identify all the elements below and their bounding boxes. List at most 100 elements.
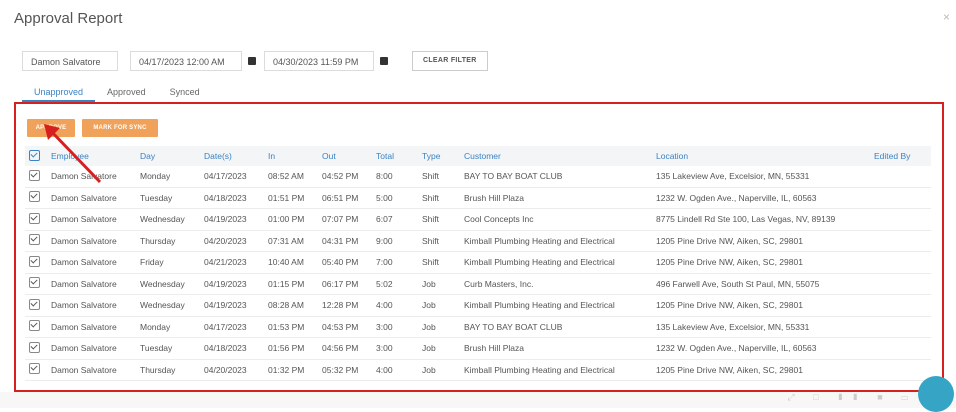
cell-day: Tuesday <box>136 337 200 360</box>
cell-day: Wednesday <box>136 208 200 231</box>
cell-date-s: 04/17/2023 <box>200 316 264 338</box>
cell-in: 07:31 AM <box>264 230 318 252</box>
cell-customer: Brush Hill Plaza <box>460 187 652 209</box>
select-all-checkbox[interactable] <box>29 149 40 161</box>
cell-total: 4:00 <box>372 294 418 317</box>
row-checkbox[interactable] <box>29 341 40 353</box>
row-checkbox[interactable] <box>29 255 40 267</box>
table-row[interactable]: Damon Salvatore Tuesday 04/18/2023 01:51 PM… <box>25 187 931 209</box>
modal-title: Approval Report <box>14 10 123 27</box>
cell-location: 1232 W. Ogden Ave., Naperville, IL, 6056… <box>652 337 870 360</box>
table-row[interactable]: Damon Salvatore Thursday 04/20/2023 07:31 A… <box>25 230 931 252</box>
row-checkbox[interactable] <box>29 169 40 181</box>
cell-date-s: 04/18/2023 <box>200 337 264 360</box>
clear-filter-button[interactable]: CLEAR FILTER <box>412 51 488 71</box>
table-row[interactable]: Damon Salvatore Thursday 04/20/2023 01:32 P… <box>25 359 931 381</box>
cell-date-s: 04/19/2023 <box>200 208 264 231</box>
calendar-icon[interactable] <box>380 57 388 65</box>
cell-out: 04:53 PM <box>318 316 372 338</box>
cell-edited-by <box>870 273 931 295</box>
row-checkbox[interactable] <box>29 191 40 203</box>
cell-out: 04:31 PM <box>318 230 372 252</box>
cell-out: 12:28 PM <box>318 294 372 317</box>
cell-customer: Cool Concepts Inc <box>460 208 652 231</box>
start-date-field[interactable]: 04/17/2023 12:00 AM <box>130 51 242 71</box>
cell-location: 8775 Lindell Rd Ste 100, Las Vegas, NV, … <box>652 208 870 231</box>
cell-total: 3:00 <box>372 337 418 360</box>
tab-unapproved[interactable]: Unapproved <box>22 82 96 102</box>
approval-table: Employee Day Date(s) In Out Total Type C… <box>25 146 931 381</box>
cell-location: 1205 Pine Drive NW, Aiken, SC, 29801 <box>652 294 870 317</box>
col-edited-by[interactable]: Edited By <box>870 146 931 166</box>
end-date-field[interactable]: 04/30/2023 11:59 PM <box>264 51 374 71</box>
cell-type: Job <box>418 337 460 360</box>
cell-employee: Damon Salvatore <box>47 208 136 231</box>
cell-date-s: 04/19/2023 <box>200 273 264 295</box>
cell-type: Job <box>418 359 460 381</box>
cell-type: Shift <box>418 166 460 188</box>
cell-out: 07:07 PM <box>318 208 372 231</box>
cell-type: Shift <box>418 230 460 252</box>
close-icon[interactable]: × <box>943 10 950 24</box>
cell-out: 05:32 PM <box>318 359 372 381</box>
cell-in: 01:56 PM <box>264 337 318 360</box>
cell-employee: Damon Salvatore <box>47 359 136 381</box>
cell-employee: Damon Salvatore <box>47 316 136 338</box>
col-location[interactable]: Location <box>652 146 870 166</box>
row-checkbox[interactable] <box>29 298 40 310</box>
cell-total: 5:02 <box>372 273 418 295</box>
cell-edited-by <box>870 316 931 338</box>
cell-customer: BAY TO BAY BOAT CLUB <box>460 316 652 338</box>
cell-customer: Curb Masters, Inc. <box>460 273 652 295</box>
row-checkbox[interactable] <box>29 320 40 332</box>
cell-type: Job <box>418 294 460 317</box>
cell-customer: Kimball Plumbing Heating and Electrical <box>460 251 652 274</box>
cell-date-s: 04/21/2023 <box>200 251 264 274</box>
table-row[interactable]: Damon Salvatore Friday 04/21/2023 10:40 AM 0… <box>25 251 931 274</box>
cell-customer: Kimball Plumbing Heating and Electrical <box>460 230 652 252</box>
cell-edited-by <box>870 337 931 360</box>
table-row[interactable]: Damon Salvatore Monday 04/17/2023 01:53 PM 0… <box>25 316 931 338</box>
cell-edited-by <box>870 359 931 381</box>
cell-in: 01:53 PM <box>264 316 318 338</box>
cell-edited-by <box>870 166 931 188</box>
col-total[interactable]: Total <box>372 146 418 166</box>
row-checkbox[interactable] <box>29 234 40 246</box>
cell-total: 4:00 <box>372 359 418 381</box>
cell-type: Job <box>418 273 460 295</box>
cell-customer: Kimball Plumbing Heating and Electrical <box>460 359 652 381</box>
cell-total: 3:00 <box>372 316 418 338</box>
cell-date-s: 04/18/2023 <box>200 187 264 209</box>
cell-day: Friday <box>136 251 200 274</box>
cell-date-s: 04/17/2023 <box>200 166 264 188</box>
cell-location: 496 Farwell Ave, South St Paul, MN, 5507… <box>652 273 870 295</box>
tab-approved[interactable]: Approved <box>95 82 158 102</box>
tab-synced[interactable]: Synced <box>158 82 212 102</box>
table-row[interactable]: Damon Salvatore Wednesday 04/19/2023 01:15 … <box>25 273 931 295</box>
row-checkbox[interactable] <box>29 277 40 289</box>
col-date[interactable]: Date(s) <box>200 146 264 166</box>
cell-edited-by <box>870 208 931 231</box>
employee-field[interactable]: Damon Salvatore <box>22 51 118 71</box>
col-customer[interactable]: Customer <box>460 146 652 166</box>
row-checkbox[interactable] <box>29 212 40 224</box>
cell-day: Monday <box>136 316 200 338</box>
chat-bubble-icon[interactable] <box>918 376 954 412</box>
cell-type: Shift <box>418 251 460 274</box>
table-row[interactable]: Damon Salvatore Wednesday 04/19/2023 08:28 … <box>25 294 931 317</box>
table-row[interactable]: Damon Salvatore Monday 04/17/2023 08:52 AM 0… <box>25 166 931 188</box>
col-day[interactable]: Day <box>136 146 200 166</box>
calendar-icon[interactable] <box>248 57 256 65</box>
cell-total: 7:00 <box>372 251 418 274</box>
col-in[interactable]: In <box>264 146 318 166</box>
table-row[interactable]: Damon Salvatore Tuesday 04/18/2023 01:56 PM… <box>25 337 931 360</box>
col-out[interactable]: Out <box>318 146 372 166</box>
col-type[interactable]: Type <box>418 146 460 166</box>
row-checkbox[interactable] <box>29 363 40 375</box>
table-row[interactable]: Damon Salvatore Wednesday 04/19/2023 01:00 … <box>25 208 931 231</box>
cell-day: Tuesday <box>136 187 200 209</box>
cell-employee: Damon Salvatore <box>47 251 136 274</box>
cell-date-s: 04/20/2023 <box>200 359 264 381</box>
cell-out: 04:52 PM <box>318 166 372 188</box>
cell-in: 10:40 AM <box>264 251 318 274</box>
